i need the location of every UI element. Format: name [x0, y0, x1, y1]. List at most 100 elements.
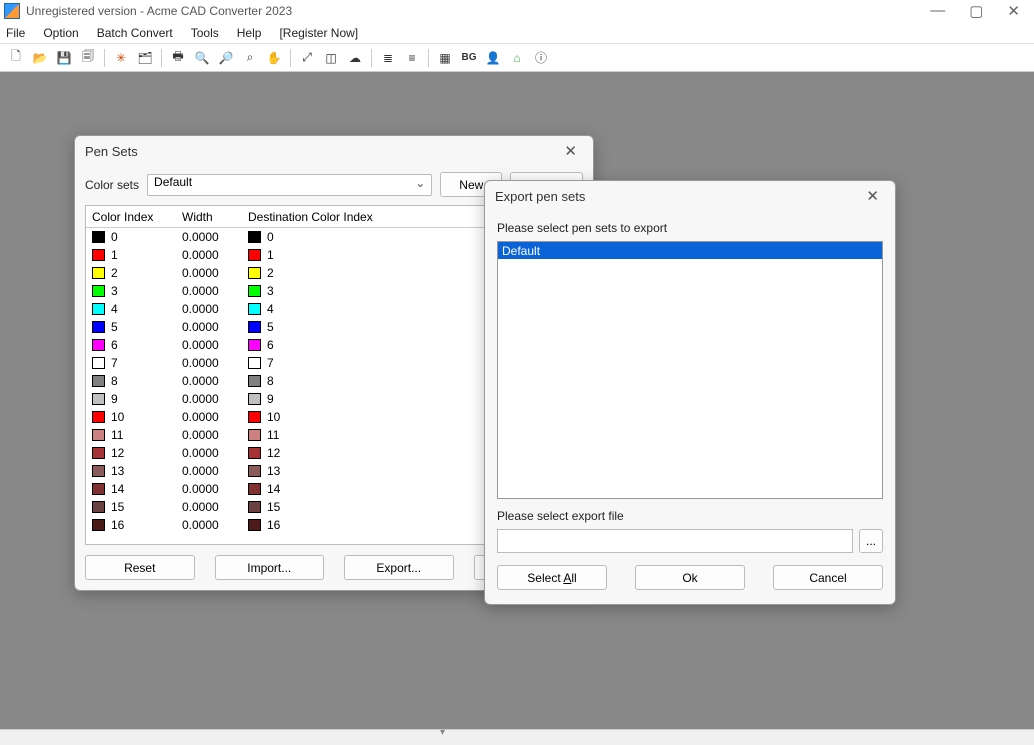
cell-width: 0.0000 [182, 356, 248, 370]
pen-sets-listbox[interactable]: Default [497, 241, 883, 499]
menu-batch-convert[interactable]: Batch Convert [97, 26, 173, 40]
export-pen-sets-dialog: Export pen sets ✕ Please select pen sets… [484, 180, 896, 605]
layer-options-icon[interactable]: ≡ [402, 48, 422, 68]
cell-width: 0.0000 [182, 428, 248, 442]
copy-icon[interactable]: 🗐 [78, 48, 98, 68]
cell-width: 0.0000 [182, 518, 248, 532]
menu-help[interactable]: Help [237, 26, 262, 40]
color-sets-value: Default [154, 175, 192, 189]
dialog-header[interactable]: Export pen sets ✕ [485, 181, 895, 211]
home-icon[interactable]: ⌂ [507, 48, 527, 68]
cell-width: 0.0000 [182, 266, 248, 280]
realtime-pan-icon[interactable]: ☁ [345, 48, 365, 68]
cell-index: 8 [92, 374, 182, 388]
menubar: File Option Batch Convert Tools Help [Re… [0, 22, 1034, 44]
cell-index: 16 [92, 518, 182, 532]
cell-index: 6 [92, 338, 182, 352]
cell-index: 9 [92, 392, 182, 406]
separator [104, 49, 105, 67]
zoom-in-icon[interactable]: 🔍 [192, 48, 212, 68]
window-controls: — ▢ ✕ [930, 2, 1030, 20]
export-prompt: Please select pen sets to export [497, 221, 883, 235]
menu-register[interactable]: [Register Now] [279, 26, 358, 40]
close-icon[interactable]: ✕ [558, 140, 583, 162]
open-icon[interactable]: 📂 [30, 48, 50, 68]
convert-icon[interactable]: ✳ [111, 48, 131, 68]
cell-width: 0.0000 [182, 410, 248, 424]
dialog-title: Pen Sets [85, 144, 558, 159]
reset-button[interactable]: Reset [85, 555, 195, 580]
cell-width: 0.0000 [182, 392, 248, 406]
cell-index: 10 [92, 410, 182, 424]
cell-index: 3 [92, 284, 182, 298]
cell-width: 0.0000 [182, 482, 248, 496]
cancel-button[interactable]: Cancel [773, 565, 883, 590]
toolbar: 🗋 📂 💾 🗐 ✳ 🗂 🖶 🔍 🔎 ⌕ ✋ ⤢ ◫ ☁ ≣ ≡ ▦ BG 👤 ⌂… [0, 44, 1034, 72]
zoom-window-icon[interactable]: ◫ [321, 48, 341, 68]
window-title: Unregistered version - Acme CAD Converte… [26, 4, 930, 18]
separator [290, 49, 291, 67]
separator [161, 49, 162, 67]
zoom-extents-icon[interactable]: ⤢ [297, 48, 317, 68]
layers-icon[interactable]: 🗂 [135, 48, 155, 68]
color-sets-select[interactable]: Default [147, 174, 432, 196]
cell-index: 5 [92, 320, 182, 334]
close-button[interactable]: ✕ [1007, 2, 1020, 20]
cell-index: 14 [92, 482, 182, 496]
color-sets-label: Color sets [85, 178, 139, 192]
file-prompt: Please select export file [497, 509, 883, 523]
bg-icon[interactable]: BG [459, 48, 479, 68]
status-marker: ▾ [440, 727, 445, 738]
cell-index: 12 [92, 446, 182, 460]
cell-index: 15 [92, 500, 182, 514]
cell-width: 0.0000 [182, 284, 248, 298]
user-icon[interactable]: 👤 [483, 48, 503, 68]
zoom-area-icon[interactable]: ⌕ [240, 48, 260, 68]
cell-width: 0.0000 [182, 338, 248, 352]
menu-option[interactable]: Option [43, 26, 78, 40]
list-item[interactable]: Default [498, 242, 882, 259]
pan-icon[interactable]: ✋ [264, 48, 284, 68]
separator [371, 49, 372, 67]
cell-width: 0.0000 [182, 248, 248, 262]
cell-width: 0.0000 [182, 302, 248, 316]
cell-index: 0 [92, 230, 182, 244]
zoom-out-icon[interactable]: 🔎 [216, 48, 236, 68]
cell-index: 1 [92, 248, 182, 262]
maximize-button[interactable]: ▢ [969, 2, 983, 20]
col-width[interactable]: Width [182, 210, 248, 224]
import-button[interactable]: Import... [215, 555, 325, 580]
cell-index: 11 [92, 428, 182, 442]
hide-layer-icon[interactable]: ≣ [378, 48, 398, 68]
browse-button[interactable]: ... [859, 529, 883, 553]
dialog-header[interactable]: Pen Sets ✕ [75, 136, 593, 166]
menu-file[interactable]: File [6, 26, 25, 40]
cell-width: 0.0000 [182, 464, 248, 478]
cell-width: 0.0000 [182, 320, 248, 334]
true-color-icon[interactable]: ▦ [435, 48, 455, 68]
statusbar: ▾ [0, 729, 1034, 745]
cell-width: 0.0000 [182, 500, 248, 514]
separator [428, 49, 429, 67]
export-button[interactable]: Export... [344, 555, 454, 580]
cell-width: 0.0000 [182, 446, 248, 460]
minimize-button[interactable]: — [930, 2, 945, 20]
select-all-button[interactable]: Select All [497, 565, 607, 590]
cell-index: 7 [92, 356, 182, 370]
titlebar: Unregistered version - Acme CAD Converte… [0, 0, 1034, 22]
cell-index: 13 [92, 464, 182, 478]
app-icon [4, 3, 20, 19]
menu-tools[interactable]: Tools [191, 26, 219, 40]
cell-width: 0.0000 [182, 374, 248, 388]
dialog-title: Export pen sets [495, 189, 860, 204]
close-icon[interactable]: ✕ [860, 185, 885, 207]
cell-index: 2 [92, 266, 182, 280]
ok-button[interactable]: Ok [635, 565, 745, 590]
cell-width: 0.0000 [182, 230, 248, 244]
print-icon[interactable]: 🖶 [168, 48, 188, 68]
info-icon[interactable]: ⓘ [531, 48, 551, 68]
export-file-input[interactable] [497, 529, 853, 553]
col-index[interactable]: Color Index [92, 210, 182, 224]
save-icon[interactable]: 💾 [54, 48, 74, 68]
new-icon[interactable]: 🗋 [6, 48, 26, 68]
